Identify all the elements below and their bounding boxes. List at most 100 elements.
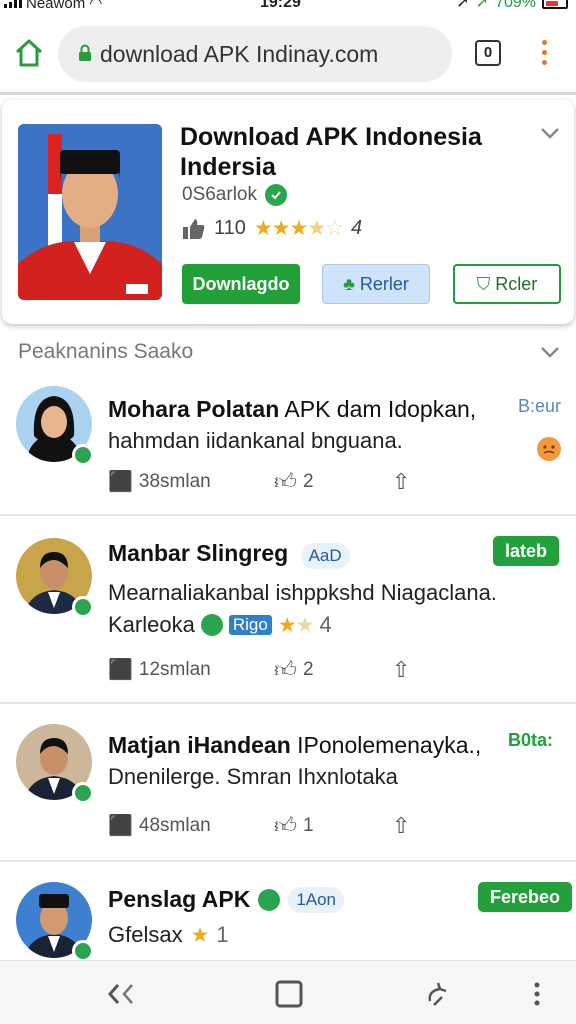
review-author-name: Matjan iHandean: [108, 732, 291, 758]
review-title: IPonolemenayka.,: [297, 732, 482, 758]
developer-name[interactable]: 0S6arlok: [182, 184, 257, 206]
author-badge: AaD: [300, 543, 350, 569]
status-badge: lateb: [493, 536, 560, 566]
url-text: download APK Indinay.com: [100, 41, 379, 67]
rating-value: 4: [319, 612, 332, 637]
like-button[interactable]: 👍︎ 2: [274, 656, 392, 683]
review-badge: Rigo: [228, 615, 272, 635]
rating-value: 4: [351, 217, 363, 239]
rating-stars: ★: [190, 923, 210, 947]
toolbar-divider: [0, 92, 576, 95]
page: Neawom ◠ 19:29 ➚ ➚ 709% download APK Ind…: [0, 0, 576, 1024]
rating-stars: ★★: [277, 613, 315, 637]
rating-row: 110 ★★★★☆ 4: [182, 216, 362, 241]
clock: 19:29: [260, 0, 301, 11]
online-badge-icon: [72, 782, 94, 804]
browser-toolbar: download APK Indinay.com 0: [0, 20, 576, 92]
review-meta: ⬛ 48smlan 👍︎ 1 ⇧: [108, 812, 410, 839]
emoji-icon[interactable]: [536, 436, 562, 462]
review-title: APK dam Idopkan,: [284, 396, 477, 422]
clock-icon: ⬛: [108, 471, 133, 493]
thumbs-up-icon: 👍︎: [274, 657, 297, 682]
review-tag: B0ta:: [508, 730, 554, 750]
review-text: Gfelsax: [108, 922, 183, 947]
like-count: 2: [303, 470, 314, 492]
review-time-text: 38smlan: [138, 470, 211, 492]
share-icon[interactable]: ⇧: [392, 657, 410, 683]
rating-stars: ★★★★☆: [253, 217, 344, 240]
developer-row: 0S6arlok: [182, 184, 287, 206]
navigation-icon: ➚: [475, 0, 490, 11]
like-count: 1: [303, 814, 314, 836]
divider: [0, 514, 576, 516]
verified-icon: [200, 614, 223, 636]
review-text: Dnenilerge. Smran Ihxnlotaka: [108, 764, 398, 789]
app-card: Download APK Indonesia Indersia 0S6arlok…: [2, 100, 574, 324]
review-author-name: Mohara Polatan: [108, 396, 280, 422]
tabs-button[interactable]: 0: [475, 40, 501, 66]
share-icon[interactable]: ⇧: [392, 813, 410, 839]
carrier-label: Neawom: [26, 0, 86, 12]
review-text-line: Gfelsax ★ 1: [108, 922, 229, 948]
more-vert-icon[interactable]: [520, 977, 554, 1011]
review-author: Matjan iHandean IPonolemenayka.,: [108, 732, 481, 759]
review-time: ⬛ 48smlan: [108, 813, 274, 838]
online-badge-icon: [72, 596, 94, 618]
review-button-label: Rerler: [359, 274, 409, 294]
review-time-text: 12smlan: [138, 658, 211, 680]
status-badge: Ferebeo: [478, 882, 573, 912]
review-text: hahmdan iidankanal bnguana.: [108, 428, 403, 453]
review-meta: ⬛ 38smlan 👍︎ 2 ⇧: [108, 468, 410, 495]
section-title: Peaknanins Saako: [18, 340, 194, 363]
shield-icon: ⛉: [476, 274, 491, 294]
chevron-down-icon[interactable]: [540, 126, 560, 140]
review-text-line: Karleoka Rigo ★★ 4: [108, 612, 332, 638]
review-meta: ⬛ 12smlan 👍︎ 2 ⇧: [108, 656, 410, 683]
online-badge-icon: [72, 444, 94, 466]
thumbs-up-icon: 👍︎: [274, 469, 297, 494]
app-title: Download APK Indonesia: [180, 123, 482, 151]
review-author: Penslag APK 1Aon: [108, 886, 345, 913]
lock-icon: [79, 44, 91, 61]
thumbs-up-icon: 👍︎: [274, 813, 297, 838]
clock-icon: ⬛: [108, 815, 133, 837]
clock-icon: ⬛: [108, 659, 133, 681]
battery-icon: [542, 0, 568, 9]
address-bar[interactable]: download APK Indinay.com: [58, 26, 452, 82]
divider: [0, 860, 576, 862]
like-count: 2: [303, 658, 314, 680]
report-button-label: Rcler: [495, 274, 538, 294]
share-icon[interactable]: [420, 977, 454, 1011]
thumb-icon: ♣: [343, 274, 355, 294]
download-button[interactable]: Downlagdo: [182, 264, 300, 304]
chevron-down-icon[interactable]: [540, 345, 560, 359]
divider: [0, 702, 576, 704]
app-icon-image: [18, 124, 162, 300]
review-time: ⬛ 12smlan: [108, 657, 274, 682]
home-square-icon[interactable]: [272, 977, 306, 1011]
likes-count: 110: [214, 217, 246, 239]
rating-value: 1: [216, 922, 229, 947]
status-bar: Neawom ◠ 19:29 ➚ ➚ 709%: [0, 0, 576, 14]
app-subtitle: Indersia: [180, 153, 276, 181]
review-author: Mohara Polatan APK dam Idopkan,: [108, 396, 476, 423]
verified-icon: [258, 888, 281, 911]
like-button[interactable]: 👍︎ 2: [274, 468, 392, 495]
signal-icon: [4, 0, 22, 8]
share-icon[interactable]: ⇧: [392, 469, 410, 495]
review-time: ⬛ 38smlan: [108, 469, 274, 494]
status-left: Neawom ◠: [4, 0, 102, 12]
review-author-name: Manbar Slingreg: [108, 540, 289, 566]
overflow-menu-icon[interactable]: [540, 38, 548, 68]
home-icon[interactable]: [14, 38, 44, 68]
like-button[interactable]: 👍︎ 1: [274, 812, 392, 839]
location-icon: ➚: [456, 0, 470, 11]
review-author-name: Penslag APK: [108, 886, 251, 912]
status-right: ➚ ➚ 709%: [456, 0, 568, 11]
verified-icon: [265, 184, 287, 206]
review-button[interactable]: ♣ Rerler: [322, 264, 430, 304]
review-text: Mearnaliakanbal ishppkshd Niagaclana.: [108, 580, 497, 605]
back-icon[interactable]: [104, 977, 138, 1011]
battery-percent: 709%: [495, 0, 536, 11]
report-button[interactable]: ⛉ Rcler: [453, 264, 561, 304]
